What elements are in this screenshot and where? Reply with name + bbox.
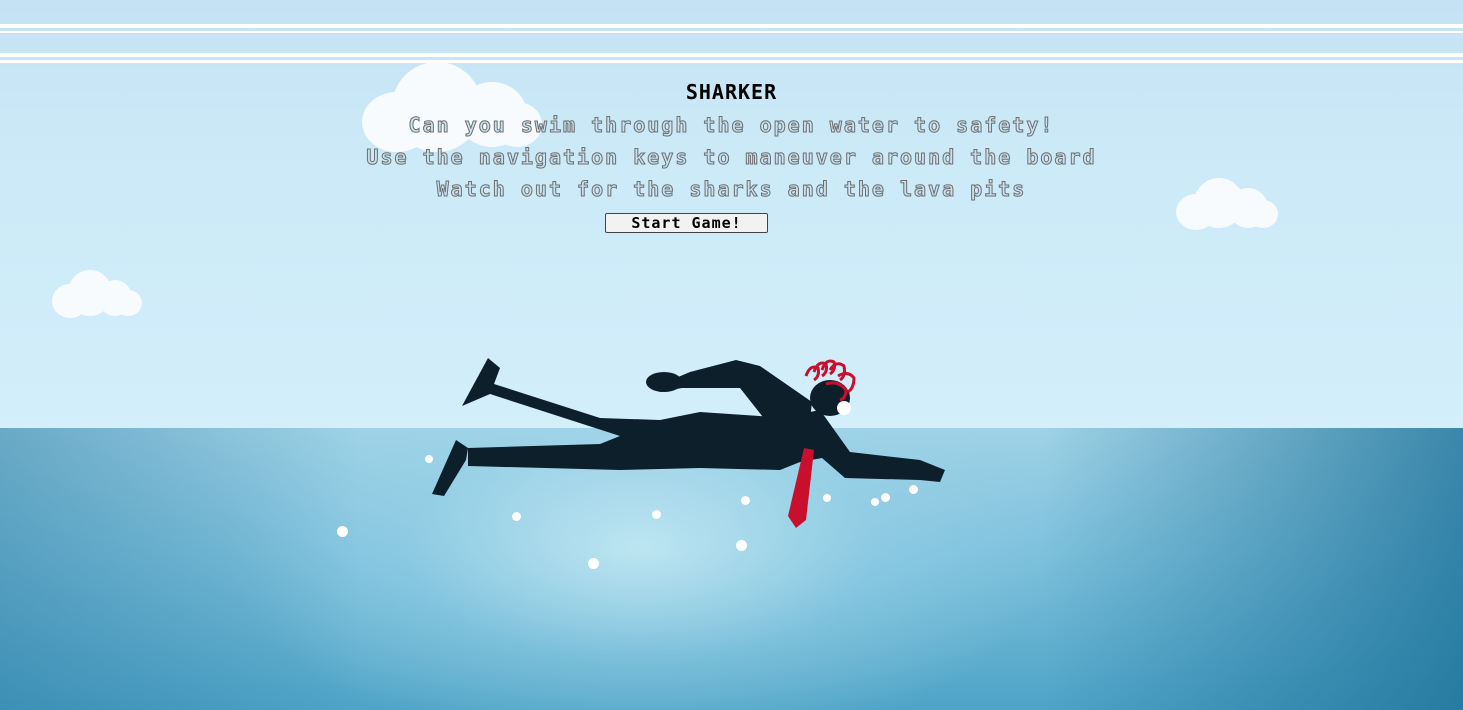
bubble — [736, 540, 747, 551]
bubble — [588, 558, 599, 569]
bubble — [871, 498, 879, 506]
bubble — [909, 485, 918, 494]
swimmer-illustration — [432, 358, 945, 528]
bubble — [425, 455, 433, 463]
game-title: SHARKER — [685, 80, 778, 104]
bubble — [741, 496, 750, 505]
instruction-line: Can you swim through the open water to s… — [408, 113, 1055, 138]
bubble — [512, 512, 521, 521]
bubble — [652, 510, 661, 519]
instruction-line: Use the navigation keys to maneuver arou… — [366, 145, 1097, 170]
game-scene: SHARKER Can you swim through the open wa… — [0, 0, 1463, 710]
bubble — [823, 494, 831, 502]
bubble — [881, 493, 890, 502]
swimmer-eye — [837, 401, 851, 415]
bubble — [337, 526, 348, 537]
swimmer-body — [432, 358, 945, 496]
instruction-line: Watch out for the sharks and the lava pi… — [436, 177, 1027, 202]
start-game-button[interactable]: Start Game! — [605, 213, 768, 233]
